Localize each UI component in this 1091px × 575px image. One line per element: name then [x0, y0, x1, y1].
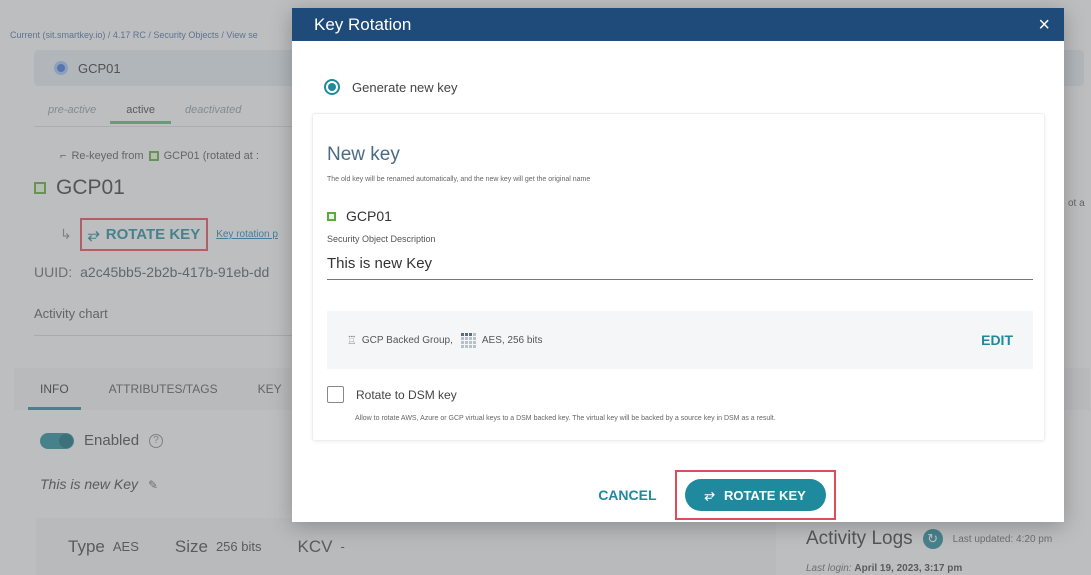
rotate-to-dsm-option[interactable]: Rotate to DSM key [327, 386, 457, 403]
rotate-icon: ⥂ [704, 487, 715, 502]
group-text: GCP Backed Group, [361, 334, 453, 346]
highlight-box: ⥂ ROTATE KEY [674, 470, 836, 520]
new-key-name-text: GCP01 [346, 208, 392, 224]
close-icon[interactable]: × [1038, 15, 1050, 35]
radio-label: Generate new key [352, 79, 458, 95]
edit-button[interactable]: EDIT [981, 332, 1013, 348]
rotate-key-button-label: ROTATE KEY [723, 487, 806, 503]
cancel-button[interactable]: CANCEL [598, 487, 656, 503]
new-key-name: GCP01 [327, 208, 392, 224]
rotate-key-button[interactable]: ⥂ ROTATE KEY [684, 479, 826, 511]
checkbox-help-text: Allow to rotate AWS, Azure or GCP virtua… [355, 415, 776, 422]
dialog-body: Generate new key New key The old key wil… [292, 79, 1064, 441]
group-icon: ♖ [347, 334, 357, 347]
rotate-to-dsm-checkbox[interactable] [327, 386, 344, 403]
description-input[interactable] [327, 252, 1033, 280]
card-title: New key [327, 144, 400, 165]
key-status-icon [327, 211, 336, 221]
radio-selected-icon[interactable] [324, 79, 340, 95]
group-info-row: ♖ GCP Backed Group, AES, 256 bits EDIT [327, 311, 1033, 369]
algo-text: AES, 256 bits [481, 334, 543, 346]
dialog-header: Key Rotation × [292, 8, 1064, 41]
dialog-footer: CANCEL ⥂ ROTATE KEY [292, 470, 1064, 520]
description-label: Security Object Description [327, 234, 436, 244]
card-subtitle: The old key will be renamed automaticall… [327, 176, 591, 183]
dialog-title: Key Rotation [314, 14, 412, 34]
checkbox-label: Rotate to DSM key [356, 387, 457, 402]
key-type-icon [460, 332, 476, 348]
key-rotation-dialog: Key Rotation × Generate new key New key … [292, 8, 1064, 522]
new-key-card: New key The old key will be renamed auto… [312, 113, 1045, 441]
generate-new-key-option[interactable]: Generate new key [324, 79, 1044, 95]
